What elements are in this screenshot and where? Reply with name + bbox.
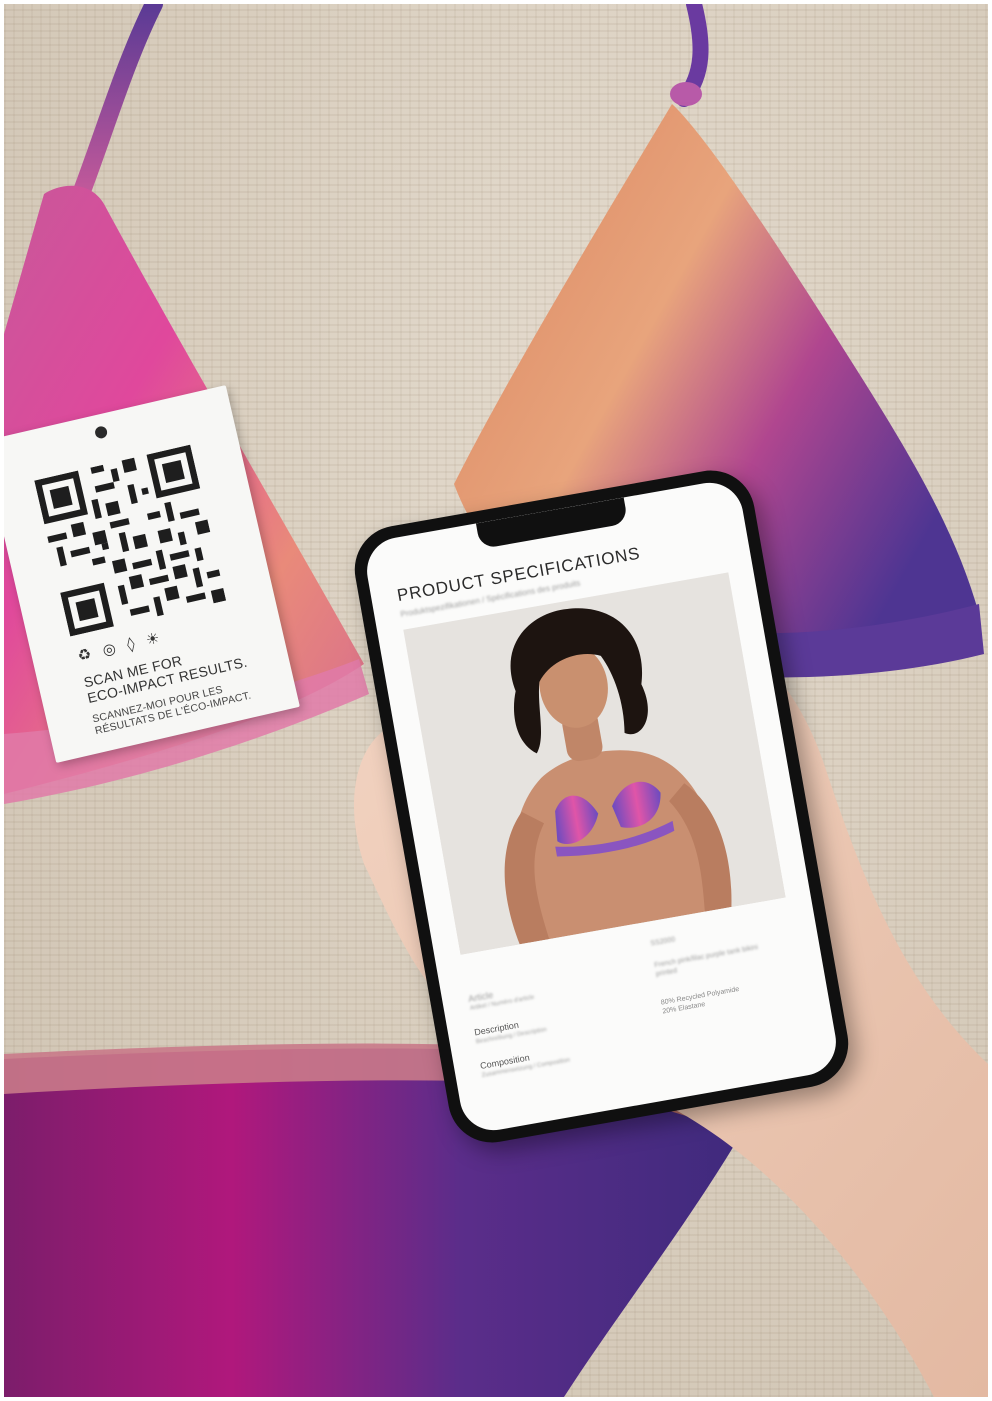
tag-hole bbox=[93, 425, 109, 440]
product-model-photo[interactable] bbox=[403, 572, 786, 955]
spec-value-composition: 80% Recycled Polyamide 20% Elastane bbox=[660, 985, 740, 1016]
spec-label-article: Article Artikel / Numéro d'article bbox=[467, 989, 535, 1012]
spec-value-number: SS2000 bbox=[650, 936, 676, 948]
photo: ♻ ◎ ◊ ☀ SCAN ME FOR ECO-IMPACT RESULTS. … bbox=[4, 4, 988, 1397]
qr-code-icon[interactable] bbox=[34, 444, 227, 637]
fish-icon: ◎ bbox=[100, 638, 118, 660]
sun-icon: ☀ bbox=[144, 628, 162, 650]
water-drop-icon: ◊ bbox=[125, 634, 137, 654]
spec-value-article: French pink/lilac purple tank bikini pri… bbox=[653, 944, 759, 979]
spec-label-description: Description Beschreibung / Description bbox=[473, 1019, 548, 1046]
spec-label-composition: Composition Zusammensetzung / Composition bbox=[479, 1052, 571, 1079]
model-illustration bbox=[403, 572, 786, 955]
recycle-icon: ♻ bbox=[75, 644, 94, 666]
